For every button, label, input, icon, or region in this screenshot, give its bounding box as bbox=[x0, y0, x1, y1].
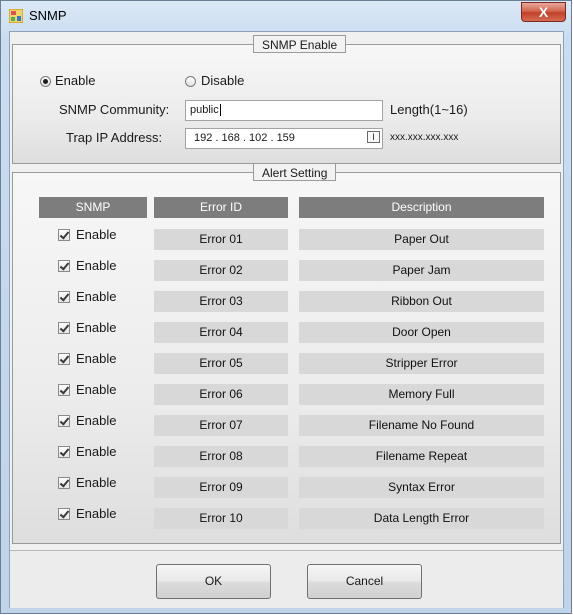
trap-ip-input[interactable]: 192 . 168 . 102 . 159 I bbox=[185, 128, 383, 149]
ok-button[interactable]: OK bbox=[156, 564, 271, 599]
enable-checkbox-label[interactable]: Enable bbox=[76, 320, 116, 335]
community-length-hint: Length(1~16) bbox=[390, 102, 468, 117]
header-error-id: Error ID bbox=[154, 197, 288, 218]
trap-ip-label: Trap IP Address: bbox=[66, 130, 163, 145]
community-input[interactable]: public bbox=[185, 100, 383, 121]
checkmark-icon bbox=[59, 446, 70, 457]
description-cell: Syntax Error bbox=[299, 477, 544, 498]
enable-checkbox[interactable] bbox=[58, 508, 70, 520]
trap-ip-format-hint: xxx.xxx.xxx.xxx bbox=[390, 132, 459, 143]
close-icon: X bbox=[538, 4, 549, 20]
snmp-enable-group: SNMP Enable Enable Disable SNMP Communit… bbox=[12, 35, 561, 164]
checkmark-icon bbox=[59, 322, 70, 333]
error-id-cell: Error 10 bbox=[154, 508, 288, 529]
checkmark-icon bbox=[59, 477, 70, 488]
checkmark-icon bbox=[59, 260, 70, 271]
enable-checkbox-label[interactable]: Enable bbox=[76, 444, 116, 459]
description-cell: Memory Full bbox=[299, 384, 544, 405]
enable-checkbox[interactable] bbox=[58, 477, 70, 489]
checkmark-icon bbox=[59, 508, 70, 519]
button-bar bbox=[10, 550, 563, 608]
enable-checkbox[interactable] bbox=[58, 322, 70, 334]
enable-checkbox[interactable] bbox=[58, 415, 70, 427]
enable-checkbox[interactable] bbox=[58, 260, 70, 272]
error-id-cell: Error 09 bbox=[154, 477, 288, 498]
enable-checkbox-label[interactable]: Enable bbox=[76, 227, 116, 242]
trap-ip-value: 192 . 168 . 102 . 159 bbox=[194, 132, 295, 144]
description-cell: Filename Repeat bbox=[299, 446, 544, 467]
enable-radio-label[interactable]: Enable bbox=[55, 73, 95, 88]
header-description: Description bbox=[299, 197, 544, 218]
enable-checkbox-label[interactable]: Enable bbox=[76, 382, 116, 397]
enable-checkbox[interactable] bbox=[58, 384, 70, 396]
error-id-cell: Error 02 bbox=[154, 260, 288, 281]
enable-checkbox-label[interactable]: Enable bbox=[76, 475, 116, 490]
alert-setting-group: Alert Setting SNMP Error ID Description … bbox=[12, 163, 561, 544]
description-cell: Data Length Error bbox=[299, 508, 544, 529]
ip-cursor-icon[interactable]: I bbox=[367, 131, 380, 143]
title-bar[interactable]: SNMP X bbox=[1, 1, 571, 31]
enable-checkbox[interactable] bbox=[58, 229, 70, 241]
checkmark-icon bbox=[59, 229, 70, 240]
description-cell: Paper Jam bbox=[299, 260, 544, 281]
disable-radio[interactable] bbox=[185, 76, 196, 87]
error-id-cell: Error 05 bbox=[154, 353, 288, 374]
error-id-cell: Error 08 bbox=[154, 446, 288, 467]
checkmark-icon bbox=[59, 353, 70, 364]
close-button[interactable]: X bbox=[521, 2, 566, 22]
enable-checkbox-label[interactable]: Enable bbox=[76, 351, 116, 366]
checkmark-icon bbox=[59, 291, 70, 302]
snmp-dialog: SNMP X SNMP Enable Enable Disable SNMP C… bbox=[0, 0, 572, 614]
enable-checkbox[interactable] bbox=[58, 291, 70, 303]
alert-setting-legend: Alert Setting bbox=[253, 163, 337, 181]
description-cell: Paper Out bbox=[299, 229, 544, 250]
error-id-cell: Error 01 bbox=[154, 229, 288, 250]
header-snmp: SNMP bbox=[39, 197, 147, 218]
enable-checkbox-label[interactable]: Enable bbox=[76, 258, 116, 273]
enable-checkbox-label[interactable]: Enable bbox=[76, 413, 116, 428]
app-icon bbox=[9, 9, 23, 23]
error-id-cell: Error 06 bbox=[154, 384, 288, 405]
community-value: public bbox=[190, 104, 219, 116]
enable-checkbox[interactable] bbox=[58, 446, 70, 458]
error-id-cell: Error 07 bbox=[154, 415, 288, 436]
disable-radio-label[interactable]: Disable bbox=[201, 73, 244, 88]
description-cell: Filename No Found bbox=[299, 415, 544, 436]
dialog-client: SNMP Enable Enable Disable SNMP Communit… bbox=[9, 31, 564, 608]
cancel-button[interactable]: Cancel bbox=[307, 564, 422, 599]
window-title: SNMP bbox=[29, 8, 67, 23]
checkmark-icon bbox=[59, 415, 70, 426]
community-label: SNMP Community: bbox=[59, 102, 170, 117]
snmp-enable-legend: SNMP Enable bbox=[253, 35, 347, 53]
error-id-cell: Error 04 bbox=[154, 322, 288, 343]
enable-checkbox-label[interactable]: Enable bbox=[76, 289, 116, 304]
description-cell: Stripper Error bbox=[299, 353, 544, 374]
description-cell: Door Open bbox=[299, 322, 544, 343]
enable-radio[interactable] bbox=[40, 76, 51, 87]
description-cell: Ribbon Out bbox=[299, 291, 544, 312]
enable-checkbox-label[interactable]: Enable bbox=[76, 506, 116, 521]
checkmark-icon bbox=[59, 384, 70, 395]
enable-checkbox[interactable] bbox=[58, 353, 70, 365]
error-id-cell: Error 03 bbox=[154, 291, 288, 312]
